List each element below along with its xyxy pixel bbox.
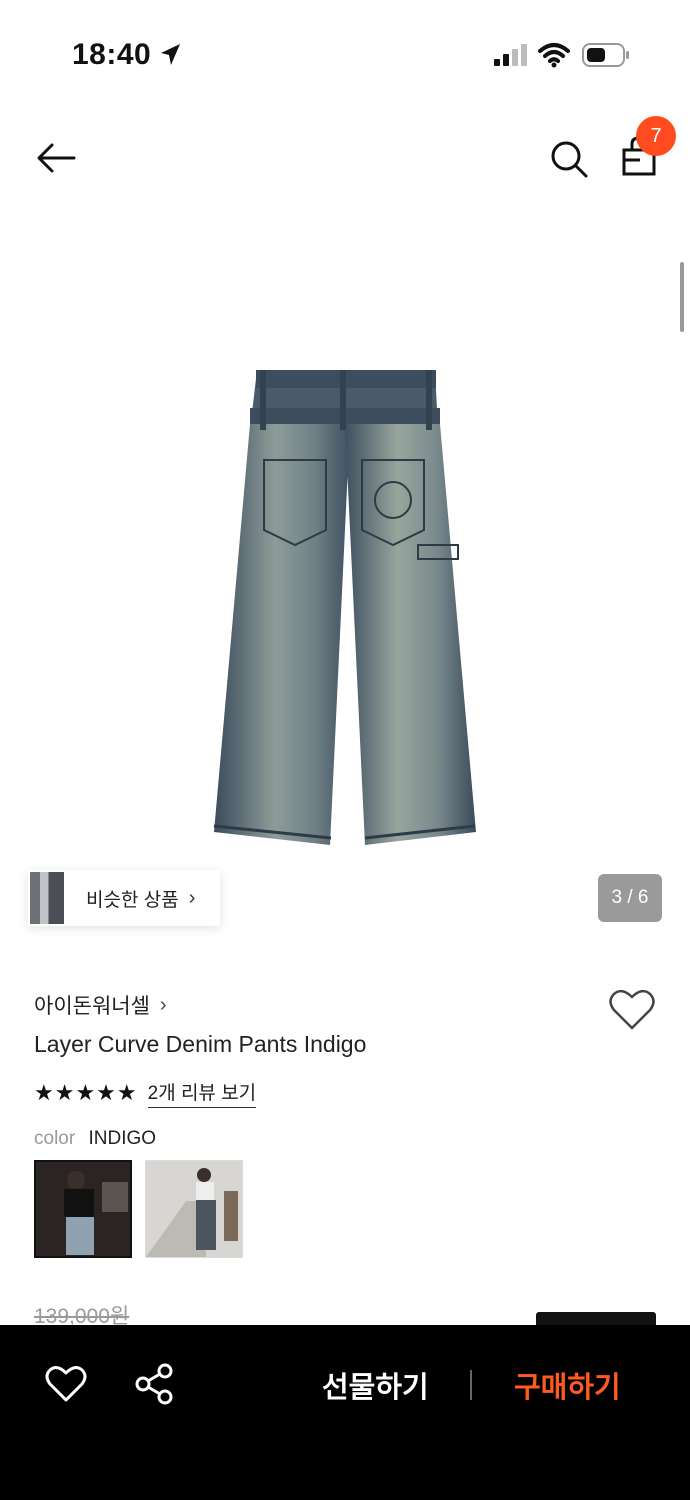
brand-link[interactable]: 아이돈워너셀 ›: [34, 990, 167, 1020]
color-row: color INDIGO: [34, 1128, 156, 1150]
color-label: color: [34, 1128, 76, 1149]
product-image[interactable]: [200, 360, 490, 860]
model-photo-image: [36, 1162, 130, 1256]
bottom-action-bar: [0, 1325, 690, 1500]
back-button[interactable]: [32, 136, 80, 180]
heart-icon[interactable]: [608, 988, 656, 1032]
rating-row: ★★★★★ 2개 리뷰 보기: [34, 1078, 257, 1108]
status-bar: 18:40: [0, 0, 690, 110]
chevron-right-icon: ›: [188, 886, 196, 909]
image-page-indicator: 3 / 6: [598, 874, 662, 922]
arrow-left-icon: [37, 143, 76, 173]
battery-icon: [582, 43, 629, 67]
product-title: Layer Curve Denim Pants Indigo: [34, 1031, 367, 1057]
color-option-thumbnail[interactable]: [145, 1160, 243, 1258]
cart-count-badge: 7: [636, 116, 676, 156]
review-link[interactable]: 2개 리뷰 보기: [147, 1078, 257, 1108]
wifi-icon: [538, 43, 570, 68]
similar-products-label: 비슷한 상품: [86, 889, 179, 911]
divider: [470, 1370, 472, 1400]
color-option-thumbnail[interactable]: [34, 1160, 132, 1258]
share-icon[interactable]: [133, 1362, 175, 1406]
chevron-right-icon: ›: [159, 993, 167, 1016]
search-icon: [551, 141, 588, 178]
cellular-signal-icon: [494, 44, 527, 66]
gift-button[interactable]: 선물하기: [322, 1364, 429, 1406]
brand-name: 아이돈워너셀: [34, 995, 150, 1018]
buy-button[interactable]: 구매하기: [514, 1364, 621, 1406]
model-photo-image: [146, 1161, 242, 1257]
heart-icon[interactable]: [44, 1362, 88, 1406]
location-arrow-icon: [161, 44, 180, 65]
color-value: INDIGO: [88, 1128, 157, 1149]
status-time: 18:40: [72, 38, 152, 71]
scroll-indicator[interactable]: [680, 262, 684, 332]
search-button[interactable]: [544, 134, 594, 184]
rating-stars: ★★★★★: [34, 1080, 138, 1105]
similar-product-thumbnail: [30, 872, 64, 924]
similar-products-button[interactable]: 비슷한 상품 ›: [28, 870, 220, 926]
